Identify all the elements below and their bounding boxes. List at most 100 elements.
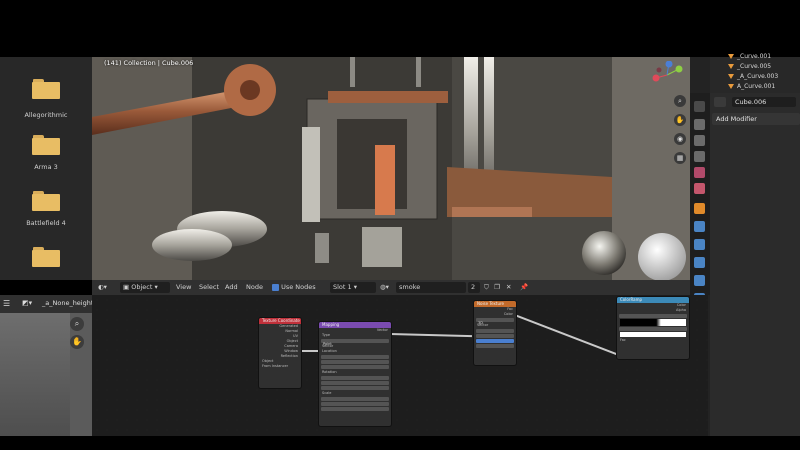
top-black-bar (0, 0, 800, 57)
socket-label: Alpha (676, 308, 686, 312)
pin-icon[interactable]: 📌 (520, 280, 528, 295)
color-ramp-gradient[interactable] (620, 319, 686, 326)
scale-y-field[interactable] (321, 402, 389, 406)
node-link (389, 333, 472, 337)
editor-type-icon[interactable] (714, 97, 726, 107)
mesh-icon (728, 64, 734, 69)
outliner-item[interactable]: _Curve.005 (728, 63, 771, 70)
mesh-icon (728, 74, 734, 79)
add-modifier-button[interactable]: Add Modifier (712, 113, 800, 125)
scene-tab-icon[interactable] (694, 167, 705, 178)
detail-field[interactable] (476, 334, 514, 338)
viewport-nav-buttons: ⌕ ✋ ◉ ▦ (672, 95, 688, 171)
color-swatch[interactable] (620, 332, 686, 337)
location-label: Location (322, 349, 337, 353)
view-layer-tab-icon[interactable] (694, 151, 705, 162)
location-y-field[interactable] (321, 360, 389, 364)
outliner-item[interactable]: _Curve.001 (728, 53, 771, 60)
hand-pan-icon[interactable]: ✋ (674, 114, 686, 126)
material-sphere-icon[interactable]: ◍▾ (380, 280, 389, 295)
folder-label: Arma 3 (34, 163, 58, 171)
position-field[interactable] (619, 327, 687, 331)
zoom-icon[interactable]: ⌕ (70, 317, 84, 331)
scale-field[interactable] (476, 329, 514, 333)
zoom-icon[interactable]: ⌕ (674, 95, 686, 107)
interpolation-select[interactable] (619, 314, 687, 318)
render-tab-icon[interactable] (694, 119, 705, 130)
rotation-z-field[interactable] (321, 386, 389, 390)
scale-x-field[interactable] (321, 397, 389, 401)
node-texture-coordinate[interactable]: Texture Coordinate Generated Normal UV O… (258, 317, 302, 389)
folder-icon (32, 191, 60, 211)
from-instancer-checkbox[interactable]: From Instancer (259, 364, 301, 369)
tool-tab-icon[interactable] (694, 101, 705, 112)
particles-tab-icon[interactable] (694, 239, 705, 250)
editor-type-icon[interactable]: ◐▾ (98, 280, 114, 295)
object-name-field[interactable]: Cube.006 (732, 97, 796, 107)
node-editor-sidebar-edge (708, 295, 710, 436)
close-icon[interactable]: ✕ (506, 280, 511, 295)
scene-render (92, 57, 690, 280)
viewport-collection-text: (141) Collection | Cube.006 (104, 59, 194, 67)
menu-icon[interactable]: ☰ (3, 299, 10, 308)
folder-item-allegorithmic[interactable]: Allegorithmic (0, 81, 92, 119)
folder-item-battlefield4[interactable]: Battlefield 4 (0, 191, 92, 227)
properties-header: Cube.006 (710, 93, 800, 110)
socket-label: Color (503, 312, 513, 316)
distortion-field[interactable] (476, 344, 514, 348)
location-x-field[interactable] (321, 355, 389, 359)
menu-select[interactable]: Select (199, 280, 219, 295)
3d-viewport[interactable]: (141) Collection | Cube.006 ⌕ ✋ ◉ ▦ (92, 57, 690, 280)
modifier-tab-icon[interactable] (694, 221, 705, 232)
mesh-icon (728, 54, 734, 59)
world-tab-icon[interactable] (694, 183, 705, 194)
rotation-x-field[interactable] (321, 376, 389, 380)
file-browser: Allegorithmic Arma 3 Battlefield 4 (0, 57, 92, 280)
hand-pan-icon[interactable]: ✋ (70, 335, 84, 349)
grid-ortho-icon[interactable]: ▦ (674, 152, 686, 164)
folder-icon (32, 135, 60, 155)
node-canvas[interactable]: Texture Coordinate Generated Normal UV O… (92, 295, 708, 436)
image-name[interactable]: _a_None_height (42, 299, 93, 307)
folder-icon (32, 247, 60, 267)
image-editor-area[interactable]: ⌕ ✋ (0, 313, 92, 436)
rotation-label: Rotation (322, 370, 337, 374)
scale-z-field[interactable] (321, 407, 389, 411)
node-link (511, 313, 621, 357)
folder-item-arma3[interactable]: Arma 3 (0, 135, 92, 171)
node-mapping[interactable]: Mapping Vector Type Point Vector Locatio… (318, 321, 392, 427)
mode-select[interactable]: ▣ Object ▾ (120, 282, 170, 293)
copy-icon[interactable]: ❐ (494, 280, 500, 295)
camera-icon[interactable]: ◉ (674, 133, 686, 145)
constraints-tab-icon[interactable] (694, 275, 705, 286)
outliner-item[interactable]: A_Curve.001 (728, 83, 775, 90)
image-browse-icon[interactable]: ◩▾ (22, 299, 32, 307)
navigation-gizmo[interactable] (647, 60, 687, 91)
roughness-field[interactable] (476, 339, 514, 343)
material-name-field[interactable]: smoke (396, 282, 466, 293)
shield-icon[interactable]: ⛉ (484, 280, 489, 295)
properties-panel: Cube.006 Add Modifier (710, 93, 800, 436)
menu-view[interactable]: View (176, 280, 191, 295)
menu-add[interactable]: Add (225, 280, 238, 295)
output-tab-icon[interactable] (694, 135, 705, 146)
folder-item[interactable] (0, 247, 92, 267)
dimension-select[interactable]: 3D (476, 318, 514, 325)
menu-node[interactable]: Node (246, 280, 263, 295)
outliner[interactable]: _Curve.001 _Curve.005 _A_Curve.003 A_Cur… (710, 53, 800, 93)
outliner-item[interactable]: _A_Curve.003 (728, 73, 778, 80)
slot-select[interactable]: Slot 1 ▾ (330, 282, 376, 293)
rotation-y-field[interactable] (321, 381, 389, 385)
node-editor-header: ◐▾ ▣ Object ▾ View Select Add Node Use N… (92, 280, 690, 295)
node-color-ramp[interactable]: ColorRamp Color Alpha Fac (616, 296, 690, 360)
folder-label: Allegorithmic (24, 111, 68, 119)
use-nodes-checkbox[interactable]: Use Nodes (272, 280, 316, 295)
object-tab-icon[interactable] (694, 203, 705, 214)
type-select[interactable]: Point (321, 339, 389, 346)
location-z-field[interactable] (321, 365, 389, 369)
checkbox-checked-icon (272, 283, 279, 291)
node-noise-texture[interactable]: Noise Texture Fac Color 3D Vector (473, 300, 517, 366)
physics-tab-icon[interactable] (694, 257, 705, 268)
image-editor-header: ☰ ◩▾ _a_None_height (0, 295, 93, 313)
type-label: Type (322, 333, 331, 337)
